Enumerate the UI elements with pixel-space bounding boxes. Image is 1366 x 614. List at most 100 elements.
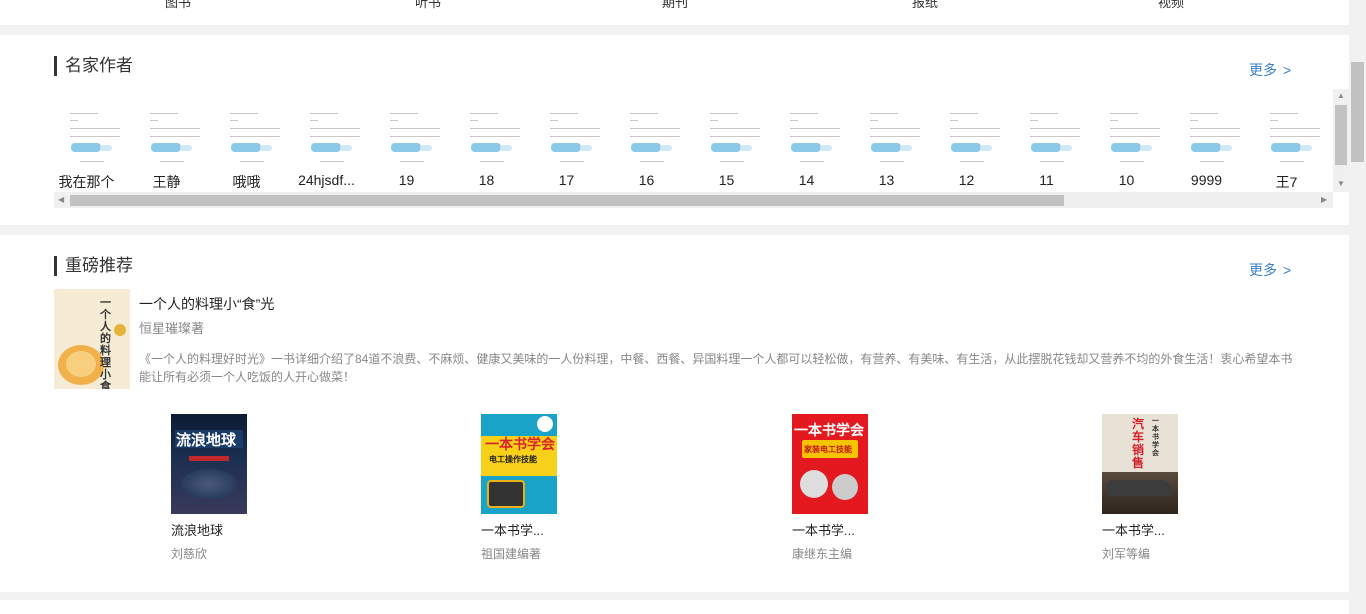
author-name[interactable]: 19 <box>374 172 439 188</box>
author-avatar-card[interactable] <box>470 103 530 167</box>
author-avatar-card[interactable] <box>950 103 1010 167</box>
book-title[interactable]: 一本书学... <box>792 520 855 539</box>
scroll-left-arrow-icon[interactable]: ◀ <box>58 195 64 204</box>
nav-item[interactable]: 视频 <box>1158 0 1184 11</box>
badge-icon <box>711 143 741 152</box>
book-cover[interactable]: 流浪地球 <box>171 414 247 514</box>
cover-subtext: 一本书学会 <box>1152 418 1159 457</box>
cover-text: 一本书学会 <box>485 436 555 452</box>
author-name[interactable]: 17 <box>534 172 599 188</box>
author-item[interactable]: 9999 <box>1174 95 1254 191</box>
badge-icon <box>871 143 901 152</box>
author-item[interactable]: 哦哦 <box>214 95 294 191</box>
authors-vertical-scrollbar[interactable]: ▲ ▼ <box>1333 89 1349 192</box>
badge-icon <box>71 143 101 152</box>
cover-text: 一个人的料理小食光 <box>100 297 111 389</box>
author-name[interactable]: 16 <box>614 172 679 188</box>
author-item[interactable]: 10 <box>1094 95 1174 191</box>
author-name[interactable]: 12 <box>934 172 999 188</box>
author-name[interactable]: 王静 <box>134 172 199 191</box>
cover-text: 一本书学会 <box>794 422 864 438</box>
book-item[interactable]: 一本书学会 家装电工技能 一本书学... 康继东主编 <box>792 414 992 564</box>
author-name[interactable]: 10 <box>1094 172 1159 188</box>
featured-book-cover[interactable]: 一个人的料理小食光 <box>54 289 130 389</box>
book-author: 刘军等编 <box>1102 547 1151 561</box>
author-item[interactable]: 14 <box>774 95 854 191</box>
featured-book-title[interactable]: 一个人的料理小“食”光 <box>139 294 274 314</box>
author-avatar-card[interactable] <box>550 103 610 167</box>
authors-carousel[interactable]: 我在那个 王静 哦哦 24hjsdf... 19 18 17 16 15 14 13 12 11 10 99… <box>54 95 1333 191</box>
scroll-down-arrow-icon[interactable]: ▼ <box>1337 179 1345 188</box>
author-item[interactable]: 24hjsdf... <box>294 95 374 191</box>
cover-text: 流浪地球 <box>176 432 237 449</box>
author-avatar-card[interactable] <box>1270 103 1330 167</box>
author-avatar-card[interactable] <box>790 103 850 167</box>
book-title[interactable]: 流浪地球 <box>171 520 223 539</box>
author-avatar-card[interactable] <box>390 103 450 167</box>
top-nav-strip: 图书 听书 期刊 报纸 视频 <box>0 0 1349 25</box>
more-recommend-link[interactable]: 更多 > <box>1249 260 1291 280</box>
book-cover[interactable]: 一本书学会 家装电工技能 <box>792 414 868 514</box>
book-item[interactable]: 一本书学会 电工操作技能 一本书学... 祖国建编著 <box>481 414 681 564</box>
author-avatar-card[interactable] <box>710 103 770 167</box>
badge-icon <box>471 143 501 152</box>
more-label: 更多 <box>1249 62 1277 78</box>
author-avatar-card[interactable] <box>1030 103 1090 167</box>
author-name[interactable]: 18 <box>454 172 519 188</box>
scroll-up-arrow-icon[interactable]: ▲ <box>1337 91 1345 100</box>
book-item[interactable]: 流浪地球 流浪地球 刘慈欣 <box>171 414 371 564</box>
chevron-right-icon: > <box>1283 262 1292 278</box>
author-item[interactable]: 王7 <box>1254 95 1333 191</box>
author-avatar-card[interactable] <box>150 103 210 167</box>
author-name[interactable]: 9999 <box>1174 172 1239 188</box>
author-name[interactable]: 15 <box>694 172 759 188</box>
authors-horizontal-scrollbar[interactable]: ◀ ▶ <box>54 192 1333 208</box>
book-cover[interactable]: 汽车销售 一本书学会 <box>1102 414 1178 514</box>
more-authors-link[interactable]: 更多 > <box>1249 60 1291 80</box>
book-title[interactable]: 一本书学... <box>1102 520 1165 539</box>
book-item[interactable]: 汽车销售 一本书学会 一本书学... 刘军等编 <box>1102 414 1302 564</box>
badge-icon <box>391 143 421 152</box>
nav-item[interactable]: 期刊 <box>662 0 688 11</box>
author-item[interactable]: 17 <box>534 95 614 191</box>
badge-icon <box>231 143 261 152</box>
author-name[interactable]: 我在那个 <box>54 172 119 191</box>
scrollbar-thumb[interactable] <box>1335 105 1347 165</box>
author-name[interactable]: 11 <box>1014 172 1079 188</box>
author-item[interactable]: 11 <box>1014 95 1094 191</box>
scroll-right-arrow-icon[interactable]: ▶ <box>1321 195 1327 204</box>
author-avatar-card[interactable] <box>1110 103 1170 167</box>
author-item[interactable]: 13 <box>854 95 934 191</box>
author-avatar-card[interactable] <box>870 103 930 167</box>
author-item[interactable]: 15 <box>694 95 774 191</box>
author-avatar-card[interactable] <box>310 103 370 167</box>
author-name[interactable]: 14 <box>774 172 839 188</box>
author-name[interactable]: 王7 <box>1254 172 1319 191</box>
author-item[interactable]: 12 <box>934 95 1014 191</box>
section-title: 重磅推荐 <box>54 256 133 276</box>
author-name[interactable]: 13 <box>854 172 919 188</box>
author-avatar-card[interactable] <box>70 103 130 167</box>
scrollbar-thumb[interactable] <box>70 195 1064 206</box>
window-scrollbar[interactable] <box>1349 0 1366 614</box>
author-item[interactable]: 我在那个 <box>54 95 134 191</box>
nav-item[interactable]: 听书 <box>415 0 441 11</box>
book-author: 祖国建编著 <box>481 547 542 561</box>
nav-item[interactable]: 报纸 <box>912 0 938 11</box>
scrollbar-thumb[interactable] <box>1351 62 1364 162</box>
book-cover[interactable]: 一本书学会 电工操作技能 <box>481 414 557 514</box>
author-name[interactable]: 哦哦 <box>214 172 279 191</box>
author-item[interactable]: 16 <box>614 95 694 191</box>
author-avatar-card[interactable] <box>630 103 690 167</box>
author-item[interactable]: 19 <box>374 95 454 191</box>
author-item[interactable]: 18 <box>454 95 534 191</box>
author-name[interactable]: 24hjsdf... <box>294 172 359 188</box>
section-title: 名家作者 <box>54 56 133 76</box>
book-title[interactable]: 一本书学... <box>481 520 544 539</box>
author-avatar-card[interactable] <box>1190 103 1250 167</box>
badge-icon <box>1191 143 1221 152</box>
book-author: 康继东主编 <box>792 547 853 561</box>
author-avatar-card[interactable] <box>230 103 290 167</box>
nav-item[interactable]: 图书 <box>165 0 191 11</box>
author-item[interactable]: 王静 <box>134 95 214 191</box>
